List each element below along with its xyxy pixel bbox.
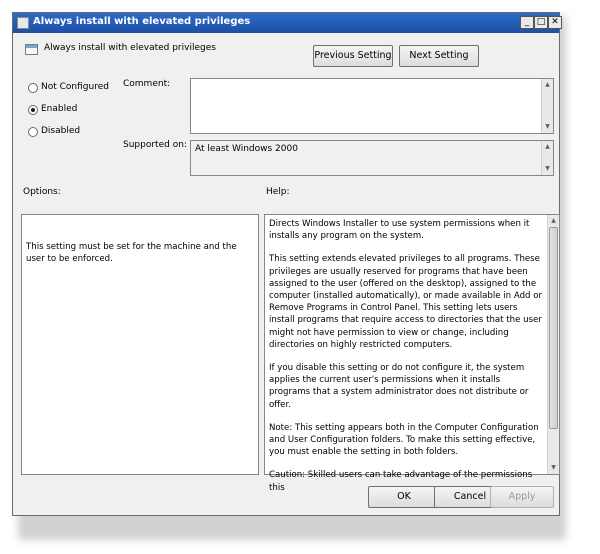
close-button[interactable]: ✕ <box>548 16 562 29</box>
apply-button[interactable]: Apply <box>490 486 554 508</box>
scroll-up-icon[interactable]: ▲ <box>548 215 559 227</box>
help-pane: Directs Windows Installer to use system … <box>264 214 560 493</box>
help-text: Directs Windows Installer to use system … <box>269 218 543 505</box>
supported-on-label: Supported on: <box>123 140 187 150</box>
options-text: This setting must be set for the machine… <box>26 242 237 264</box>
help-paragraph: Note: This setting appears both in the C… <box>269 422 539 458</box>
scroll-down-icon[interactable]: ▼ <box>548 462 559 474</box>
minimize-button[interactable]: _ <box>520 16 534 29</box>
previous-setting-button[interactable]: Previous Setting <box>313 45 393 67</box>
window-title: Always install with elevated privileges <box>33 16 251 27</box>
radio-disabled-circle[interactable] <box>28 127 38 137</box>
help-paragraph: Directs Windows Installer to use system … <box>269 219 530 242</box>
previous-setting-label: Previous Setting <box>314 50 392 61</box>
help-paragraph: This setting extends elevated privileges… <box>269 254 543 350</box>
radio-not-configured-circle[interactable] <box>28 83 38 93</box>
next-setting-button[interactable]: Next Setting <box>399 45 479 67</box>
ok-button[interactable]: OK <box>368 486 440 508</box>
next-setting-label: Next Setting <box>409 50 469 61</box>
options-label: Options: <box>23 187 61 197</box>
policy-icon <box>17 17 29 29</box>
setting-icon <box>25 44 38 55</box>
radio-enabled-circle[interactable] <box>28 105 38 115</box>
cancel-label: Cancel <box>453 491 487 502</box>
supported-on-value: At least Windows 2000 <box>195 144 298 154</box>
supported-on-field: At least Windows 2000 ▲ ▼ <box>190 140 554 176</box>
comment-scrollbar[interactable]: ▲ ▼ <box>541 79 553 133</box>
radio-disabled-label: Disabled <box>41 126 81 136</box>
maximize-button[interactable]: □ <box>534 16 548 29</box>
apply-label: Apply <box>508 491 536 502</box>
radio-not-configured-label: Not Configured <box>41 82 109 92</box>
comment-textarea[interactable]: ▲ ▼ <box>190 78 554 134</box>
scroll-down-icon[interactable]: ▼ <box>542 121 553 133</box>
supported-scrollbar[interactable]: ▲ ▼ <box>541 141 553 175</box>
scroll-up-icon[interactable]: ▲ <box>542 79 553 91</box>
scroll-up-icon[interactable]: ▲ <box>542 141 553 153</box>
title-bar[interactable]: Always install with elevated privileges … <box>13 13 562 33</box>
help-paragraph: If you disable this setting or do not co… <box>269 363 529 410</box>
policy-setting-dialog: Always install with elevated privileges … <box>12 12 562 516</box>
setting-name: Always install with elevated privileges <box>44 43 216 53</box>
comment-label: Comment: <box>123 79 171 89</box>
help-scrollbar[interactable]: ▲ ▼ <box>547 215 559 474</box>
options-pane: This setting must be set for the machine… <box>21 214 259 475</box>
scroll-down-icon[interactable]: ▼ <box>542 163 553 175</box>
help-scroll-thumb[interactable] <box>549 227 558 429</box>
ok-label: OK <box>397 491 411 502</box>
radio-enabled-label: Enabled <box>41 104 78 114</box>
help-label: Help: <box>266 187 290 197</box>
